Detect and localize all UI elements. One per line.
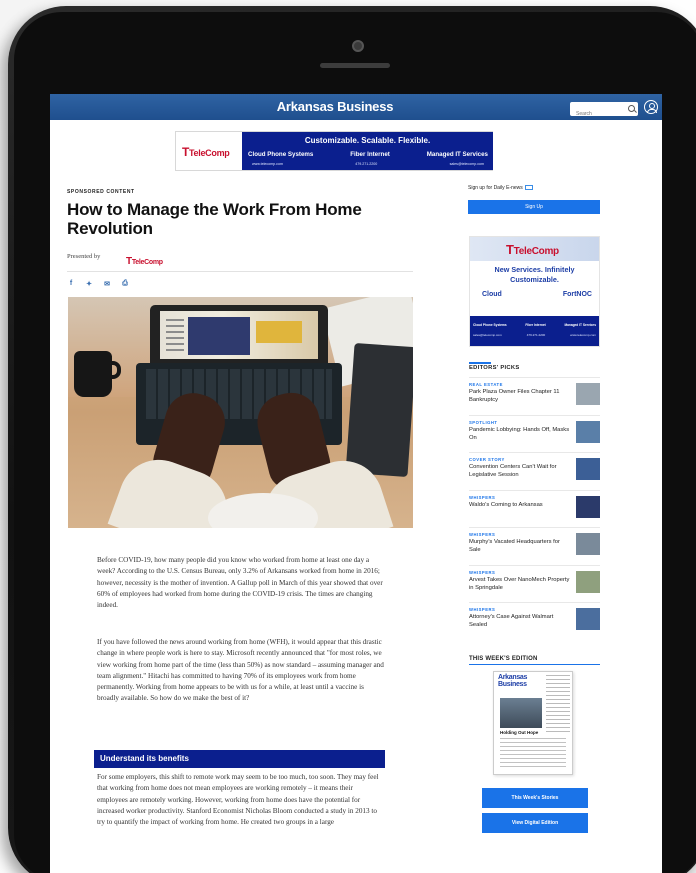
ad-contact: www.telecomp.com — [570, 333, 596, 337]
user-account-icon[interactable] — [644, 100, 658, 114]
article-paragraph: Before COVID-19, how many people did you… — [97, 556, 383, 610]
ad-message-panel: Customizable. Scalable. Flexible. Cloud … — [242, 132, 493, 170]
pick-title[interactable]: Waldo's Coming to Arkansas — [469, 501, 571, 509]
divider — [469, 664, 600, 665]
pick-thumbnail[interactable] — [576, 420, 600, 443]
ad-headline: New Services. Infinitely Customizable. — [494, 265, 575, 284]
pick-category[interactable]: WHISPERS — [469, 607, 495, 612]
mail-icon — [524, 185, 533, 191]
pick-title[interactable]: Attorney's Case Against Walmart Sealed — [469, 613, 571, 629]
presented-by-label: Presented by — [67, 253, 101, 260]
facebook-icon[interactable]: f — [67, 280, 75, 288]
pick-category[interactable]: WHISPERS — [469, 570, 495, 575]
ad-service: Fiber Internet — [350, 151, 390, 158]
signup-button[interactable]: Sign Up — [468, 200, 600, 214]
ad-contact: sales@telecomp.com — [473, 333, 502, 337]
pick-thumbnail[interactable] — [576, 608, 600, 630]
ad-contact: www.telecomp.com — [252, 162, 283, 166]
divider — [469, 362, 491, 364]
article-title: How to Manage the Work From Home Revolut… — [67, 200, 362, 238]
enews-signup-label: Sign up for Daily E-news — [468, 185, 533, 191]
editors-picks-heading: EDITORS' PICKS — [469, 365, 520, 371]
editors-pick-item[interactable]: WHISPERS Attorney's Case Against Walmart … — [469, 602, 600, 638]
article-hero-image — [68, 297, 413, 528]
pick-title[interactable]: Pandemic Lobbying: Hands Off, Masks On — [469, 426, 571, 442]
camera-icon — [352, 40, 364, 52]
pick-title[interactable]: Arvest Takes Over NanoMech Property in S… — [469, 576, 571, 592]
pick-thumbnail[interactable] — [576, 570, 600, 593]
print-icon[interactable]: ⎙ — [121, 280, 129, 288]
twitter-icon[interactable]: ✦ — [85, 280, 93, 288]
divider — [67, 271, 413, 272]
pick-thumbnail[interactable] — [576, 383, 600, 405]
search-icon[interactable] — [628, 105, 635, 112]
mail-icon[interactable]: ✉ — [103, 280, 111, 288]
pick-thumbnail[interactable] — [576, 495, 600, 518]
section-heading: Understand its benefits — [94, 750, 385, 768]
article-paragraph: For some employers, this shift to remote… — [97, 773, 379, 827]
speaker-grille — [320, 63, 390, 68]
presenter-logo[interactable]: TTeleComp — [126, 251, 163, 269]
ad-contact: sales@telecomp.com — [449, 162, 484, 166]
magazine-cover-photo — [500, 698, 542, 728]
ad-headline: Customizable. Scalable. Flexible. — [304, 136, 431, 145]
article-paragraph: If you have followed the news around wor… — [97, 638, 384, 703]
ad-service: Cloud Phone Systems — [248, 151, 314, 158]
editors-pick-item[interactable]: WHISPERS Murphy's Vacated Headquarters fo… — [469, 527, 600, 563]
pick-title[interactable]: Convention Centers Can't Wait for Legisl… — [469, 463, 571, 479]
magazine-cover[interactable]: Arkansas Business Holding Out Hope — [493, 671, 573, 775]
magazine-headline: Holding Out Hope — [500, 730, 539, 735]
telecomp-logo: TTeleComp — [182, 145, 230, 159]
site-header: Arkansas Business — [50, 94, 662, 121]
ad-logo-panel: TTeleComp — [470, 237, 599, 261]
ad-service: Managed IT Services — [564, 323, 596, 327]
pick-thumbnail[interactable] — [576, 458, 600, 480]
ad-brand-logos: Cloud FortNOC — [482, 291, 592, 298]
pick-category[interactable]: SPOTLIGHT — [469, 420, 497, 425]
share-bar: f ✦ ✉ ⎙ — [67, 280, 129, 288]
editors-pick-item[interactable]: SPOTLIGHT Pandemic Lobbying: Hands Off, M… — [469, 414, 600, 451]
editors-pick-item[interactable]: COVER STORY Convention Centers Can't Wait… — [469, 452, 600, 488]
editors-pick-item[interactable]: REAL ESTATE Park Plaza Owner Files Chapte… — [469, 377, 600, 413]
ad-contacts: www.telecomp.com 479.271.2200 sales@tele… — [252, 162, 484, 166]
editors-pick-item[interactable]: WHISPERS Arvest Takes Over NanoMech Prope… — [469, 564, 600, 601]
ad-service: Managed IT Services — [426, 151, 488, 158]
this-weeks-edition-heading: THIS WEEK'S EDITION — [469, 656, 538, 662]
ad-service: Cloud Phone Systems — [473, 323, 507, 327]
pick-category[interactable]: WHISPERS — [469, 495, 495, 500]
search-input[interactable] — [570, 107, 624, 121]
ad-logo-panel: TTeleComp — [176, 132, 242, 170]
magazine-title: Arkansas Business — [498, 674, 528, 688]
pick-title[interactable]: Murphy's Vacated Headquarters for Sale — [469, 538, 571, 554]
ad-contact: 479.271.2200 — [526, 333, 546, 337]
pick-category[interactable]: WHISPERS — [469, 532, 495, 537]
this-weeks-stories-button[interactable]: This Week's Stories — [482, 788, 588, 808]
site-logo[interactable]: Arkansas Business — [50, 99, 620, 114]
ad-services: Cloud Phone Systems Fiber Internet Manag… — [248, 151, 488, 158]
telecomp-logo: TTeleComp — [506, 242, 559, 257]
view-digital-edition-button[interactable]: View Digital Edition — [482, 813, 588, 833]
pick-category[interactable]: REAL ESTATE — [469, 382, 503, 387]
pick-title[interactable]: Park Plaza Owner Files Chapter 11 Bankru… — [469, 388, 571, 404]
fortnoc-logo: FortNOC — [562, 291, 592, 298]
ad-info-panel: Cloud Phone Systems Fiber Internet Manag… — [470, 316, 599, 346]
pick-category[interactable]: COVER STORY — [469, 457, 505, 462]
pick-thumbnail[interactable] — [576, 533, 600, 555]
sidebar-ad[interactable]: TTeleComp New Services. Infinitely Custo… — [469, 236, 600, 347]
editors-pick-item[interactable]: WHISPERS Waldo's Coming to Arkansas — [469, 489, 600, 526]
search-box[interactable] — [570, 102, 638, 121]
ad-contact: 479.271.2200 — [355, 162, 378, 166]
tablet-screen: Arkansas Business TTeleComp Customizable… — [50, 94, 662, 873]
top-banner-ad[interactable]: TTeleComp Customizable. Scalable. Flexib… — [175, 131, 493, 171]
ad-service: Fiber Internet — [525, 323, 546, 327]
cloud-logo: Cloud — [482, 291, 502, 298]
article-kicker: SPONSORED CONTENT — [67, 189, 135, 195]
